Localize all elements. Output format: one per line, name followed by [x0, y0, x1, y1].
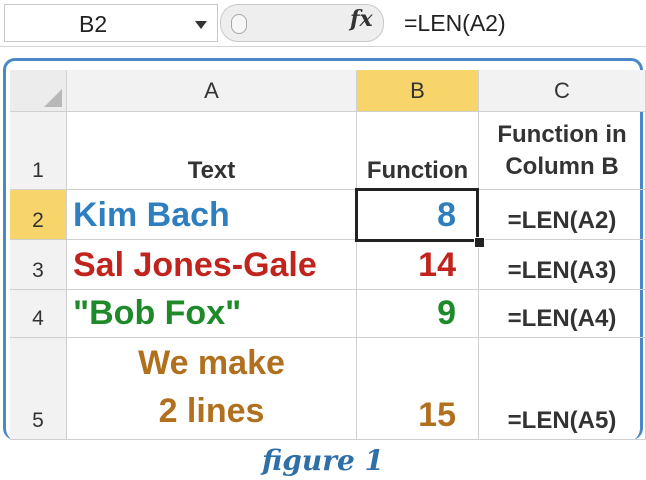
cell-a4[interactable]: "Bob Fox": [67, 290, 357, 338]
name-box[interactable]: B2: [4, 4, 218, 42]
drag-handle-icon[interactable]: [231, 14, 247, 34]
cell-b1[interactable]: Function: [357, 112, 479, 190]
cell-b1-text: Function: [366, 157, 469, 184]
cell-a1-text: Text: [187, 157, 236, 184]
cell-c3-text: =LEN(A3): [507, 257, 617, 284]
column-header-b[interactable]: B: [357, 70, 479, 112]
cell-c2-text: =LEN(A2): [507, 207, 617, 234]
cell-b5-value: 15: [418, 396, 456, 434]
row-header-2[interactable]: 2: [10, 190, 67, 240]
cell-c5[interactable]: =LEN(A5): [479, 338, 646, 440]
cell-c1-line2: Column B: [505, 153, 619, 180]
row-header-1[interactable]: 1: [10, 112, 67, 190]
cell-c1-line1: Function in: [497, 121, 627, 148]
cell-c5-text: =LEN(A5): [507, 407, 617, 434]
column-header-c[interactable]: C: [479, 70, 646, 112]
figure-caption: figure 1: [261, 444, 385, 477]
cell-c2[interactable]: =LEN(A2): [479, 190, 646, 240]
insert-function-icon[interactable]: fx: [350, 6, 373, 32]
cell-a3[interactable]: Sal Jones-Gale: [67, 240, 357, 290]
formula-input[interactable]: =LEN(A2): [392, 4, 646, 42]
column-header-a[interactable]: A: [67, 70, 357, 112]
cell-b4[interactable]: 9: [357, 290, 479, 338]
cell-b5[interactable]: 15: [357, 338, 479, 440]
cell-c4-text: =LEN(A4): [507, 305, 617, 332]
select-all-icon: [44, 89, 62, 107]
cell-a5-line2: 2 lines: [158, 392, 265, 430]
active-cell-border: [355, 188, 479, 242]
row-header-3[interactable]: 3: [10, 240, 67, 290]
cell-a5-line1: We make: [138, 344, 285, 382]
cell-b4-value: 9: [437, 294, 456, 332]
cell-b3-value: 14: [418, 246, 456, 284]
name-box-value: B2: [79, 11, 108, 37]
select-all-corner[interactable]: [10, 70, 67, 112]
formula-bar: B2 fx =LEN(A2): [0, 0, 646, 47]
formula-text: =LEN(A2): [404, 10, 506, 36]
cell-b3[interactable]: 14: [357, 240, 479, 290]
cell-a2-text: Kim Bach: [73, 196, 230, 234]
cell-c1[interactable]: Function in Column B: [479, 112, 646, 190]
cell-a2[interactable]: Kim Bach: [67, 190, 357, 240]
worksheet-grid: A B C 1 Text Function Function in Column…: [10, 70, 646, 440]
cell-a4-text: "Bob Fox": [73, 294, 242, 332]
cell-a3-text: Sal Jones-Gale: [73, 246, 317, 284]
row-header-4[interactable]: 4: [10, 290, 67, 338]
chevron-down-icon[interactable]: [195, 21, 207, 29]
row-header-5[interactable]: 5: [10, 338, 67, 440]
fill-handle[interactable]: [474, 237, 485, 248]
cell-c3[interactable]: =LEN(A3): [479, 240, 646, 290]
cell-a1[interactable]: Text: [67, 112, 357, 190]
cell-a5[interactable]: We make 2 lines: [67, 338, 357, 440]
cell-c4[interactable]: =LEN(A4): [479, 290, 646, 338]
